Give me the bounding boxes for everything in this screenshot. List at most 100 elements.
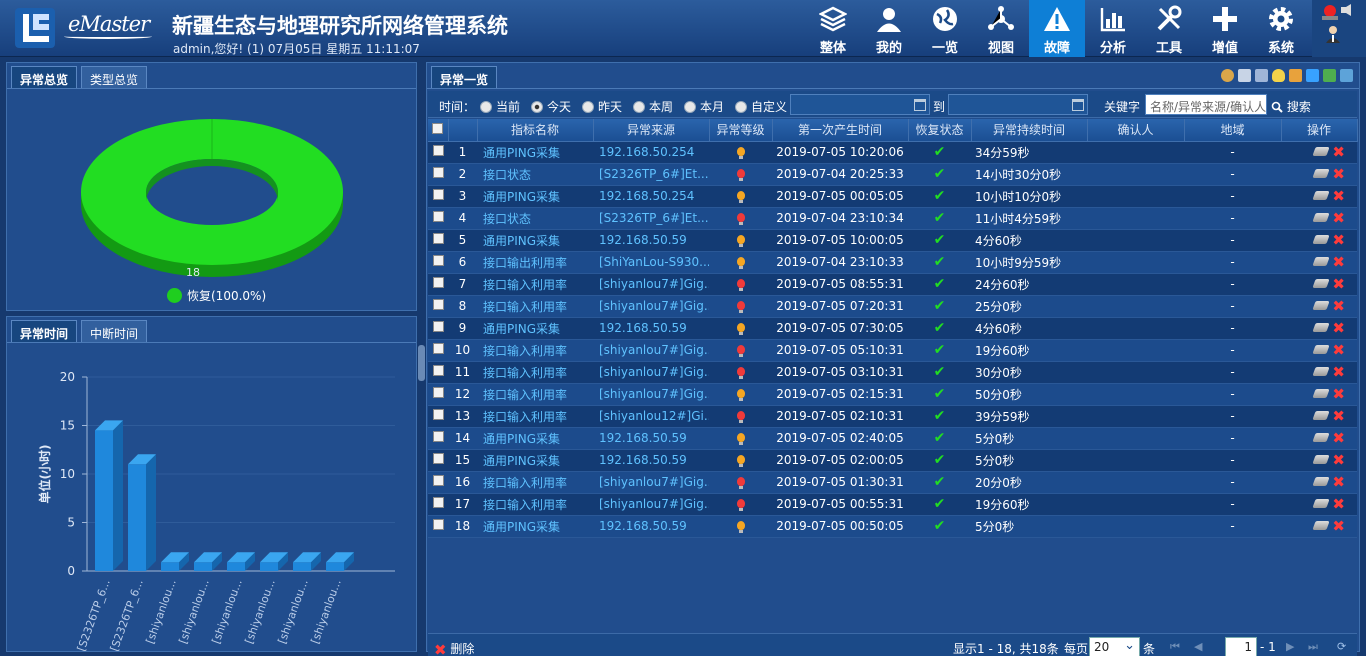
per-page-select[interactable]: 20 ⌄ xyxy=(1089,637,1140,656)
metric-name-link[interactable]: 通用PING采集 xyxy=(477,427,593,450)
anomaly-source-link[interactable]: 192.168.50.59 xyxy=(593,449,709,472)
table-row[interactable]: 3 通用PING采集 192.168.50.254 2019-07-05 00:05:… xyxy=(428,185,1357,208)
row-select-cell[interactable] xyxy=(428,229,448,252)
row-checkbox[interactable] xyxy=(432,321,444,332)
anomaly-source-link[interactable]: [shiyanlou7#]Gig... xyxy=(593,339,709,362)
delete-button[interactable]: ✖ 删除 xyxy=(434,640,474,656)
table-row[interactable]: 7 接口输入利用率 [shiyanlou7#]Gig... 2019-07-05 08… xyxy=(428,273,1357,296)
row-checkbox[interactable] xyxy=(432,365,444,376)
row-checkbox[interactable] xyxy=(432,277,444,288)
bulb-icon[interactable] xyxy=(1272,69,1285,82)
keyword-input[interactable]: 名称/异常来源/确认人 xyxy=(1145,94,1267,115)
anomaly-source-link[interactable]: [shiyanlou7#]Gig... xyxy=(593,295,709,318)
user-filter-icon[interactable] xyxy=(1221,69,1234,82)
edit-icon[interactable] xyxy=(1312,367,1331,376)
edit-icon[interactable] xyxy=(1312,389,1331,398)
row-select-cell[interactable] xyxy=(428,515,448,538)
row-checkbox[interactable] xyxy=(432,431,444,442)
row-checkbox[interactable] xyxy=(432,453,444,464)
refresh-page-icon[interactable]: ⟳ xyxy=(1337,640,1349,653)
radio-yesterday[interactable]: 昨天 xyxy=(582,98,622,115)
anomaly-source-link[interactable]: [ShiYanLou-S930... xyxy=(593,251,709,274)
anomaly-source-link[interactable]: [shiyanlou7#]Gig... xyxy=(593,273,709,296)
anomaly-source-link[interactable]: 192.168.50.59 xyxy=(593,317,709,340)
bar[interactable] xyxy=(227,552,255,571)
table-row[interactable]: 12 接口输入利用率 [shiyanlou7#]Gig... 2019-07-05 0… xyxy=(428,383,1357,406)
anomaly-source-link[interactable]: [shiyanlou7#]Gig... xyxy=(593,383,709,406)
column-header[interactable]: 操作 xyxy=(1281,119,1358,142)
end-date-input[interactable] xyxy=(948,94,1088,115)
radio-current[interactable]: 当前 xyxy=(480,98,520,115)
column-header[interactable]: 地域 xyxy=(1184,119,1282,142)
calendar-icon[interactable] xyxy=(1072,99,1084,111)
anomaly-source-link[interactable]: [shiyanlou7#]Gig... xyxy=(593,493,709,516)
anomaly-source-link[interactable]: 192.168.50.254 xyxy=(593,141,709,164)
radio-this-week[interactable]: 本周 xyxy=(633,98,673,115)
donut-legend[interactable]: 恢复(100.0%) xyxy=(167,287,266,304)
edit-icon[interactable] xyxy=(1312,433,1331,442)
anomaly-source-link[interactable]: 192.168.50.59 xyxy=(593,515,709,538)
row-checkbox[interactable] xyxy=(432,145,444,156)
metric-name-link[interactable]: 接口输入利用率 xyxy=(477,273,593,296)
delete-row-icon[interactable]: ✖ xyxy=(1332,319,1345,337)
delete-row-icon[interactable]: ✖ xyxy=(1332,385,1345,403)
last-page-icon[interactable]: ⏭ xyxy=(1308,640,1320,653)
table-row[interactable]: 2 接口状态 [S2326TP_6#]Et... 2019-07-04 20:25:3… xyxy=(428,163,1357,186)
row-checkbox[interactable] xyxy=(432,189,444,200)
column-header[interactable]: 异常持续时间 xyxy=(971,119,1088,142)
row-select-cell[interactable] xyxy=(428,185,448,208)
user-avatar-icon[interactable] xyxy=(1323,24,1343,44)
delete-row-icon[interactable]: ✖ xyxy=(1332,451,1345,469)
nav-item-user[interactable]: 我的 xyxy=(861,0,917,57)
row-checkbox[interactable] xyxy=(432,211,444,222)
sound-icon[interactable] xyxy=(1340,3,1354,17)
table-row[interactable]: 17 接口输入利用率 [shiyanlou7#]Gig... 2019-07-05 0… xyxy=(428,493,1357,516)
metric-name-link[interactable]: 通用PING采集 xyxy=(477,449,593,472)
column-header[interactable]: 确认人 xyxy=(1087,119,1185,142)
first-page-icon[interactable]: ⏮ xyxy=(1170,640,1182,653)
nav-item-bar-chart[interactable]: 分析 xyxy=(1085,0,1141,57)
next-page-icon[interactable]: ▶ xyxy=(1286,640,1298,653)
row-select-cell[interactable] xyxy=(428,163,448,186)
anomaly-source-link[interactable]: [shiyanlou12#]Gi... xyxy=(593,405,709,428)
row-select-cell[interactable] xyxy=(428,273,448,296)
row-checkbox[interactable] xyxy=(432,233,444,244)
edit-icon[interactable] xyxy=(1312,499,1331,508)
nav-item-plus[interactable]: 增值 xyxy=(1197,0,1253,57)
edit-icon[interactable] xyxy=(1312,191,1331,200)
anomaly-source-link[interactable]: [shiyanlou7#]Gig... xyxy=(593,361,709,384)
tab-anomaly-overview[interactable]: 异常总览 xyxy=(11,66,78,88)
row-checkbox[interactable] xyxy=(432,255,444,266)
nav-item-tools[interactable]: 工具 xyxy=(1141,0,1197,57)
edit-icon[interactable] xyxy=(1312,411,1331,420)
refresh-icon[interactable] xyxy=(1340,69,1353,82)
table-row[interactable]: 18 通用PING采集 192.168.50.59 2019-07-05 00:50:… xyxy=(428,515,1357,538)
table-row[interactable]: 11 接口输入利用率 [shiyanlou7#]Gig... 2019-07-05 0… xyxy=(428,361,1357,384)
edit-icon[interactable] xyxy=(1312,169,1331,178)
bar[interactable] xyxy=(326,552,354,571)
table-row[interactable]: 13 接口输入利用率 [shiyanlou12#]Gi... 2019-07-05 0… xyxy=(428,405,1357,428)
delete-row-icon[interactable]: ✖ xyxy=(1332,253,1345,271)
row-select-cell[interactable] xyxy=(428,471,448,494)
panel-splitter-handle[interactable] xyxy=(418,345,425,381)
delete-row-icon[interactable]: ✖ xyxy=(1332,517,1345,535)
bar[interactable] xyxy=(293,552,321,571)
edit-icon[interactable] xyxy=(1312,279,1331,288)
page-input[interactable]: 1 xyxy=(1225,637,1257,656)
start-date-input[interactable] xyxy=(790,94,930,115)
alarm-light-icon[interactable] xyxy=(1320,3,1340,21)
delete-row-icon[interactable]: ✖ xyxy=(1332,495,1345,513)
delete-row-icon[interactable]: ✖ xyxy=(1332,143,1345,161)
row-checkbox[interactable] xyxy=(432,343,444,354)
metric-name-link[interactable]: 接口状态 xyxy=(477,207,593,230)
table-row[interactable]: 1 通用PING采集 192.168.50.254 2019-07-05 10:20:… xyxy=(428,141,1357,164)
delete-row-icon[interactable]: ✖ xyxy=(1332,297,1345,315)
edit-icon[interactable] xyxy=(1312,257,1331,266)
column-header[interactable]: 第一次产生时间 xyxy=(772,119,909,142)
metric-name-link[interactable]: 接口输入利用率 xyxy=(477,383,593,406)
row-select-cell[interactable] xyxy=(428,295,448,318)
table-row[interactable]: 8 接口输入利用率 [shiyanlou7#]Gig... 2019-07-05 07… xyxy=(428,295,1357,318)
anomaly-source-link[interactable]: 192.168.50.254 xyxy=(593,185,709,208)
nav-item-globe[interactable]: 一览 xyxy=(917,0,973,57)
anomaly-source-link[interactable]: [shiyanlou7#]Gig... xyxy=(593,471,709,494)
